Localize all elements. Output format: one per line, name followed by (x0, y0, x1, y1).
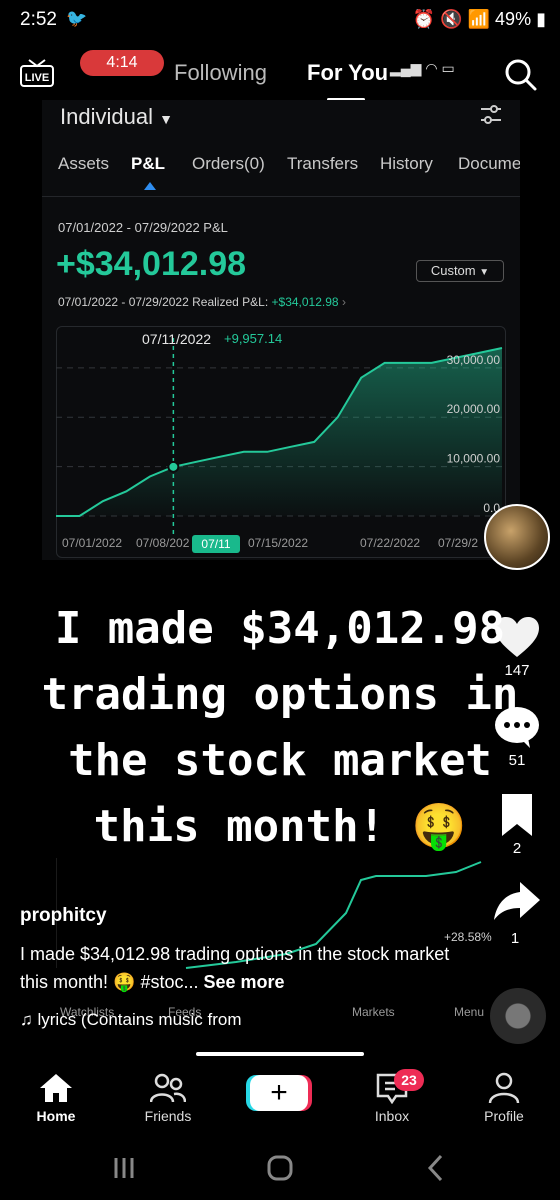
battery-icon: ▮ (536, 9, 546, 29)
caption-line: trading options in (41, 669, 519, 720)
nav-home-label: Home (36, 1108, 76, 1124)
video-progress-bar[interactable] (196, 1052, 364, 1056)
live-icon[interactable]: LIVE (20, 58, 54, 88)
account-label: Individual (60, 104, 153, 129)
tab-for-you[interactable]: For You (307, 60, 388, 86)
chevron-down-icon: ▼ (479, 267, 490, 278)
subtab-transfers: Transfers (287, 154, 359, 173)
account-selector: Individual ▼ (60, 104, 173, 130)
share-count: 1 (510, 930, 520, 947)
filter-icon (481, 105, 501, 124)
app-tab-menu: Menu (454, 1005, 485, 1019)
recent-apps-icon[interactable] (104, 1150, 144, 1186)
home-button-icon[interactable] (260, 1150, 300, 1186)
chevron-right-icon: › (341, 295, 346, 309)
inbox-badge: 23 (394, 1069, 424, 1091)
divider (42, 196, 520, 197)
x-tick-label: 07/29/2 (438, 536, 479, 550)
share-icon[interactable] (492, 878, 542, 924)
cursor-dot (167, 460, 180, 473)
bookmark-icon[interactable] (492, 792, 542, 838)
nav-friends-label: Friends (144, 1108, 192, 1124)
status-bar: 2:52 🐦 ⏰ 🔇 📶 49% ▮ (0, 0, 560, 40)
subtab-history: History (380, 154, 433, 173)
subtab-pnl: P&L (131, 154, 165, 173)
custom-range-label: Custom (430, 263, 476, 278)
comment-count: 51 (508, 752, 526, 769)
date-marker: 07/11 (192, 535, 240, 553)
custom-range-button: Custom ▼ (416, 260, 504, 282)
search-icon[interactable] (504, 58, 538, 92)
realized-value: +$34,012.98 (271, 295, 339, 309)
live-label: LIVE (25, 72, 49, 84)
caption-line: this month! 🤑 (93, 801, 467, 852)
plus-icon: + (270, 1076, 288, 1109)
pnl-value: +$34,012.98 (56, 245, 247, 283)
realized-label: 07/01/2022 - 07/29/2022 Realized P&L: (58, 295, 269, 309)
nav-profile[interactable]: Profile (459, 1072, 549, 1124)
realized-pnl: 07/01/2022 - 07/29/2022 Realized P&L: +$… (58, 295, 346, 309)
x-tick-label: 07/22/2022 (360, 536, 421, 550)
save-count: 2 (512, 840, 522, 857)
caption-line: the stock market (68, 735, 492, 786)
creator-username[interactable]: prophitcy (20, 905, 107, 927)
nav-profile-label: Profile (484, 1108, 524, 1124)
music-disc-icon[interactable] (490, 988, 546, 1044)
twitter-icon: 🐦 (66, 9, 88, 28)
pnl-chart: 0.010,000.0020,000.0030,000.00 (56, 338, 504, 534)
mute-icon: 🔇 (440, 9, 463, 29)
battery-level: 49% (495, 9, 532, 29)
see-more-link[interactable]: See more (204, 972, 285, 992)
music-info[interactable]: ♫ lyrics (Contains music from (20, 1010, 242, 1030)
heart-icon[interactable] (492, 614, 542, 660)
tab-following[interactable]: Following (174, 60, 267, 86)
music-title: lyrics (Contains music from (37, 1010, 242, 1029)
tooltip-date: 07/11/2022 (142, 331, 212, 347)
alarm-icon: ⏰ (412, 9, 436, 29)
video-caption: I made $34,012.98 trading options in the… (0, 596, 560, 860)
chevron-down-icon: ▼ (159, 111, 173, 127)
x-tick-label: 07/08/202 (136, 536, 190, 550)
status-time: 2:52 (20, 9, 57, 30)
profile-icon (488, 1072, 520, 1104)
like-count: 147 (504, 662, 530, 679)
x-tick-label: 07/15/2022 (248, 536, 309, 550)
status-icons: ⏰ 🔇 📶 49% ▮ (413, 9, 546, 30)
nav-friends[interactable]: Friends (123, 1072, 213, 1124)
tooltip-value: +9,957.14 (224, 331, 283, 346)
creator-avatar[interactable] (484, 504, 550, 570)
subtab-documents: Docume (458, 154, 520, 173)
subtab-assets: Assets (58, 154, 110, 173)
home-icon (40, 1074, 72, 1102)
live-timer: 4:14 (80, 50, 164, 76)
subtab-orders: Orders(0) (192, 154, 265, 173)
y-tick-label: 20,000.00 (447, 402, 501, 416)
active-tab-caret (144, 182, 156, 190)
comment-icon[interactable] (492, 704, 542, 750)
caption-line: I made $34,012.98 (54, 603, 506, 654)
period-label: 07/01/2022 - 07/29/2022 P&L (58, 220, 228, 235)
pnl-area (56, 348, 502, 516)
y-tick-label: 30,000.00 (447, 353, 501, 367)
x-tick-label: 07/01/2022 (62, 536, 123, 550)
create-button[interactable]: + (250, 1075, 308, 1111)
nav-home[interactable]: Home (11, 1072, 101, 1124)
wifi-icon: 📶 (467, 9, 491, 29)
back-icon[interactable] (416, 1150, 456, 1186)
post-description[interactable]: I made $34,012.98 trading options in the… (20, 940, 460, 996)
video-signal-icons: ▂▄▆ ◠ ▭ (390, 60, 455, 76)
app-tab-markets: Markets (352, 1005, 395, 1019)
music-note-icon: ♫ (20, 1010, 33, 1029)
y-tick-label: 10,000.00 (447, 452, 501, 466)
friends-icon (150, 1073, 186, 1103)
nav-inbox-label: Inbox (374, 1108, 410, 1124)
